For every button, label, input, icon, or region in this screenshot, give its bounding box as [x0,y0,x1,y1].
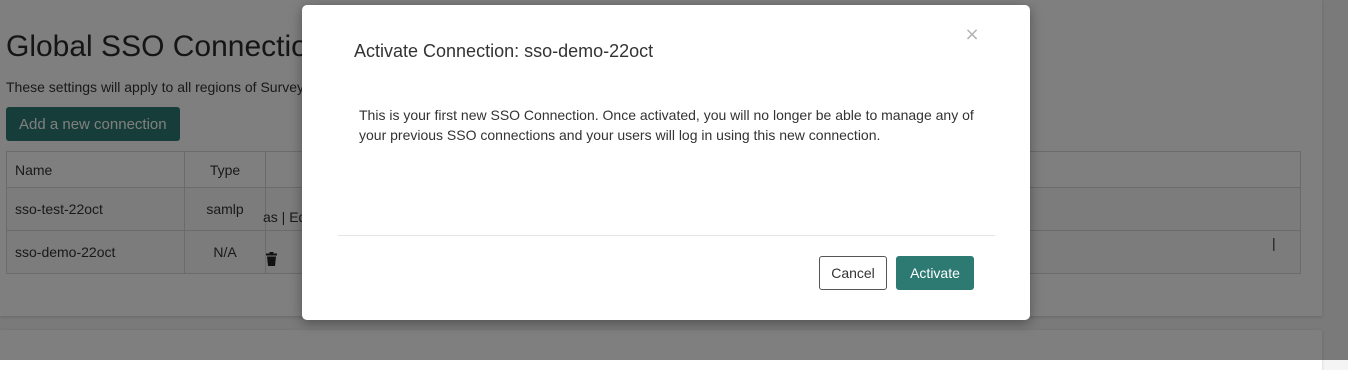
activate-connection-modal: Activate Connection: sso-demo-22oct × Th… [302,5,1030,320]
modal-title: Activate Connection: sso-demo-22oct [354,41,654,61]
modal-body-text: This is your first new SSO Connection. O… [359,107,974,143]
cancel-button[interactable]: Cancel [819,256,887,290]
modal-divider [338,235,995,236]
activate-button[interactable]: Activate [896,256,974,290]
close-icon[interactable]: × [962,23,982,45]
